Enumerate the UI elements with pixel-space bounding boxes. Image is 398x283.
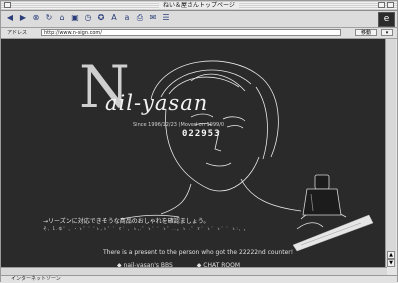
address-label: アドレス [7, 30, 28, 36]
refresh-icon[interactable]: ↻ [44, 13, 54, 23]
window-title: ねい＆屋さんトップページ [1, 1, 397, 10]
scroll-up-icon[interactable]: ▲ [387, 251, 395, 259]
address-bar: アドレス http://www.n-sign.com/ 移動 ▾ [1, 28, 397, 39]
nail-file [292, 214, 374, 252]
toolbar: ◀ ▶ ⊗ ↻ ⌂ ▣ ◷ ✪ A a ⎙ ✉ ☰ e [1, 11, 397, 28]
vertical-scrollbar[interactable]: ▲ ▼ [385, 39, 396, 267]
forward-icon[interactable]: ▶ [18, 13, 28, 23]
page-content: N ail-yasan Since 1996/12/23 (Moved on 1… [1, 39, 387, 275]
since-text: Since 1996/12/23 (Moved on 1999/0 [133, 122, 225, 128]
stop-icon[interactable]: ⊗ [31, 13, 41, 23]
url-input[interactable]: http://www.n-sign.com/ [41, 29, 341, 36]
back-icon[interactable]: ◀ [5, 13, 15, 23]
present-notice: There is a present to the person who got… [103, 249, 294, 256]
preferences-icon[interactable]: ☰ [161, 13, 171, 23]
print-icon[interactable]: ⎙ [135, 13, 145, 23]
browser-logo-icon: e [378, 12, 395, 27]
visitor-counter: 022953 [182, 129, 221, 139]
mail-icon[interactable]: ✉ [148, 13, 158, 23]
intro-text: →リーズンに対応できそうな商品のおしゃれを確認ましょう。 [43, 218, 210, 225]
intro-subtext: そ, 1.ゆ゜、・ゝ゜゛'ゝ,ゝ゜゛ゞ゛、ゝ,.゜ゝ゛゛ゝ゜..。ゝ .゜ゞ゛ゝ… [43, 226, 249, 231]
nail-polish-bottle [302, 174, 342, 216]
title-bar[interactable]: ねい＆屋さんトップページ [1, 1, 397, 11]
woman-line-drawing [120, 60, 374, 252]
zoom-box[interactable] [378, 2, 385, 8]
history-icon[interactable]: ◷ [83, 13, 93, 23]
scroll-down-icon[interactable]: ▼ [387, 259, 395, 267]
home-icon[interactable]: ⌂ [57, 13, 67, 23]
autofill-icon[interactable]: ▣ [70, 13, 80, 23]
go-button[interactable]: 移動 [355, 29, 377, 36]
collapse-box[interactable] [387, 2, 394, 8]
browser-window: ねい＆屋さんトップページ ◀ ▶ ⊗ ↻ ⌂ ▣ ◷ ✪ A a ⎙ ✉ ☰ e… [0, 0, 398, 283]
larger-text-icon[interactable]: A [109, 13, 119, 23]
smaller-text-icon[interactable]: a [122, 13, 132, 23]
chevron-down-icon[interactable]: ▾ [381, 29, 393, 36]
favorites-icon[interactable]: ✪ [96, 13, 106, 23]
site-logo: ail-yasan [105, 91, 209, 115]
